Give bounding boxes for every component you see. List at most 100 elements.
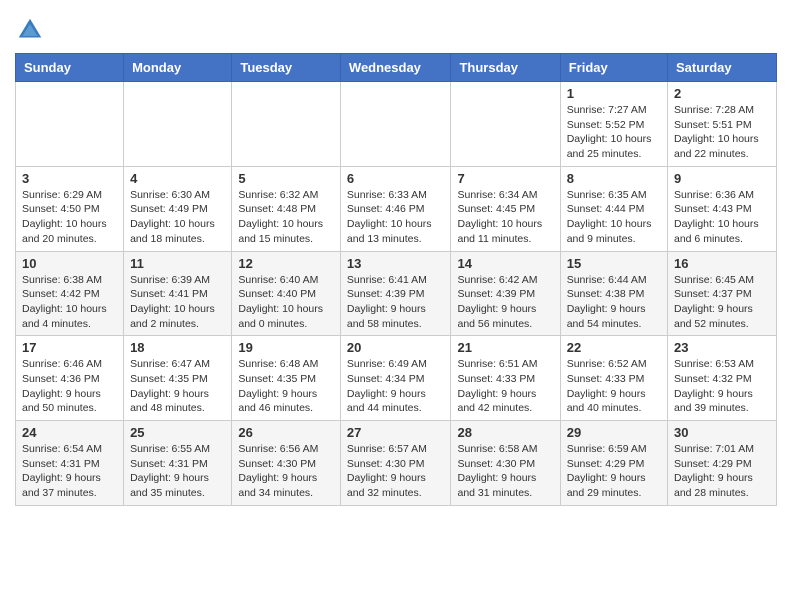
calendar-cell: 28Sunrise: 6:58 AM Sunset: 4:30 PM Dayli… [451,421,560,506]
calendar-cell: 27 Sunrise: 6:57 AM Sunset: 4:30 PM Dayli… [340,421,451,506]
calendar-cell: 8 Sunrise: 6:35 AM Sunset: 4:44 PM Daylig… [560,166,667,251]
logo-icon [15,15,45,45]
day-info: Sunrise: 6:59 AM Sunset: 4:29 PM Dayligh… [567,442,661,501]
calendar-cell: 18 Sunrise: 6:47 AM Sunset: 4:35 PM Dayli… [124,336,232,421]
day-number: 21 [457,340,553,355]
calendar: SundayMondayTuesdayWednesdayThursdayFrid… [15,53,777,506]
day-info: Sunrise: 7:28 AM Sunset: 5:51 PM Dayligh… [674,103,770,162]
calendar-cell [124,82,232,167]
day-info: Sunrise: 6:48 AM Sunset: 4:35 PM Dayligh… [238,357,334,416]
day-number: 16 [674,256,770,271]
day-number: 7 [457,171,553,186]
calendar-cell: 2 Sunrise: 7:28 AM Sunset: 5:51 PM Daylig… [668,82,777,167]
day-number: 9 [674,171,770,186]
calendar-cell: 14 Sunrise: 6:42 AM Sunset: 4:39 PM Dayli… [451,251,560,336]
calendar-week-row: 3 Sunrise: 6:29 AM Sunset: 4:50 PM Daylig… [16,166,777,251]
calendar-cell: 12Sunrise: 6:40 AM Sunset: 4:40 PM Dayli… [232,251,341,336]
calendar-cell [16,82,124,167]
calendar-cell: 22 Sunrise: 6:52 AM Sunset: 4:33 PM Dayli… [560,336,667,421]
calendar-cell: 6Sunrise: 6:33 AM Sunset: 4:46 PM Daylig… [340,166,451,251]
day-info: Sunrise: 7:27 AM Sunset: 5:52 PM Dayligh… [567,103,661,162]
day-number: 1 [567,86,661,101]
calendar-cell: 23 Sunrise: 6:53 AM Sunset: 4:32 PM Dayli… [668,336,777,421]
calendar-cell: 9 Sunrise: 6:36 AM Sunset: 4:43 PM Daylig… [668,166,777,251]
day-number: 24 [22,425,117,440]
calendar-cell: 5 Sunrise: 6:32 AM Sunset: 4:48 PM Daylig… [232,166,341,251]
day-number: 13 [347,256,445,271]
day-number: 10 [22,256,117,271]
day-info: Sunrise: 6:49 AM Sunset: 4:34 PM Dayligh… [347,357,445,416]
day-info: Sunrise: 6:29 AM Sunset: 4:50 PM Dayligh… [22,188,117,247]
calendar-cell: 24 Sunrise: 6:54 AM Sunset: 4:31 PM Dayli… [16,421,124,506]
calendar-cell: 25Sunrise: 6:55 AM Sunset: 4:31 PM Dayli… [124,421,232,506]
day-info: Sunrise: 6:45 AM Sunset: 4:37 PM Dayligh… [674,273,770,332]
logo [15,15,49,45]
day-number: 23 [674,340,770,355]
calendar-header-wednesday: Wednesday [340,54,451,82]
calendar-cell: 19 Sunrise: 6:48 AM Sunset: 4:35 PM Dayli… [232,336,341,421]
day-info: Sunrise: 6:53 AM Sunset: 4:32 PM Dayligh… [674,357,770,416]
day-number: 18 [130,340,225,355]
day-number: 22 [567,340,661,355]
calendar-cell: 16 Sunrise: 6:45 AM Sunset: 4:37 PM Dayli… [668,251,777,336]
day-number: 12 [238,256,334,271]
day-number: 15 [567,256,661,271]
calendar-header-friday: Friday [560,54,667,82]
day-info: Sunrise: 6:34 AM Sunset: 4:45 PM Dayligh… [457,188,553,247]
day-info: Sunrise: 6:32 AM Sunset: 4:48 PM Dayligh… [238,188,334,247]
calendar-cell [451,82,560,167]
day-number: 11 [130,256,225,271]
day-number: 17 [22,340,117,355]
day-number: 26 [238,425,334,440]
calendar-header-row: SundayMondayTuesdayWednesdayThursdayFrid… [16,54,777,82]
calendar-cell: 30 Sunrise: 7:01 AM Sunset: 4:29 PM Dayli… [668,421,777,506]
calendar-cell: 10 Sunrise: 6:38 AM Sunset: 4:42 PM Dayli… [16,251,124,336]
calendar-cell [340,82,451,167]
calendar-cell: 15 Sunrise: 6:44 AM Sunset: 4:38 PM Dayli… [560,251,667,336]
day-info: Sunrise: 6:47 AM Sunset: 4:35 PM Dayligh… [130,357,225,416]
day-info: Sunrise: 6:54 AM Sunset: 4:31 PM Dayligh… [22,442,117,501]
calendar-cell: 29 Sunrise: 6:59 AM Sunset: 4:29 PM Dayli… [560,421,667,506]
day-info: Sunrise: 6:51 AM Sunset: 4:33 PM Dayligh… [457,357,553,416]
calendar-cell: 4 Sunrise: 6:30 AM Sunset: 4:49 PM Daylig… [124,166,232,251]
calendar-cell: 17Sunrise: 6:46 AM Sunset: 4:36 PM Dayli… [16,336,124,421]
day-number: 27 [347,425,445,440]
day-info: Sunrise: 6:52 AM Sunset: 4:33 PM Dayligh… [567,357,661,416]
calendar-cell: 1 Sunrise: 7:27 AM Sunset: 5:52 PM Daylig… [560,82,667,167]
day-info: Sunrise: 6:44 AM Sunset: 4:38 PM Dayligh… [567,273,661,332]
calendar-header-monday: Monday [124,54,232,82]
day-number: 20 [347,340,445,355]
day-number: 25 [130,425,225,440]
day-info: Sunrise: 6:35 AM Sunset: 4:44 PM Dayligh… [567,188,661,247]
day-number: 4 [130,171,225,186]
day-number: 19 [238,340,334,355]
calendar-header-saturday: Saturday [668,54,777,82]
calendar-cell: 3 Sunrise: 6:29 AM Sunset: 4:50 PM Daylig… [16,166,124,251]
day-info: Sunrise: 6:33 AM Sunset: 4:46 PM Dayligh… [347,188,445,247]
day-info: Sunrise: 6:57 AM Sunset: 4:30 PM Dayligh… [347,442,445,501]
day-info: Sunrise: 6:38 AM Sunset: 4:42 PM Dayligh… [22,273,117,332]
day-number: 2 [674,86,770,101]
calendar-header-sunday: Sunday [16,54,124,82]
calendar-week-row: 1 Sunrise: 7:27 AM Sunset: 5:52 PM Daylig… [16,82,777,167]
calendar-header-thursday: Thursday [451,54,560,82]
day-number: 3 [22,171,117,186]
day-info: Sunrise: 6:41 AM Sunset: 4:39 PM Dayligh… [347,273,445,332]
day-number: 8 [567,171,661,186]
day-number: 29 [567,425,661,440]
day-info: Sunrise: 6:36 AM Sunset: 4:43 PM Dayligh… [674,188,770,247]
calendar-cell: 20 Sunrise: 6:49 AM Sunset: 4:34 PM Dayli… [340,336,451,421]
day-number: 5 [238,171,334,186]
day-info: Sunrise: 6:42 AM Sunset: 4:39 PM Dayligh… [457,273,553,332]
calendar-week-row: 10 Sunrise: 6:38 AM Sunset: 4:42 PM Dayli… [16,251,777,336]
calendar-header-tuesday: Tuesday [232,54,341,82]
day-number: 14 [457,256,553,271]
day-number: 30 [674,425,770,440]
day-info: Sunrise: 7:01 AM Sunset: 4:29 PM Dayligh… [674,442,770,501]
calendar-cell: 11 Sunrise: 6:39 AM Sunset: 4:41 PM Dayli… [124,251,232,336]
calendar-cell [232,82,341,167]
day-info: Sunrise: 6:39 AM Sunset: 4:41 PM Dayligh… [130,273,225,332]
header [15,10,777,45]
calendar-cell: 21 Sunrise: 6:51 AM Sunset: 4:33 PM Dayli… [451,336,560,421]
day-info: Sunrise: 6:30 AM Sunset: 4:49 PM Dayligh… [130,188,225,247]
